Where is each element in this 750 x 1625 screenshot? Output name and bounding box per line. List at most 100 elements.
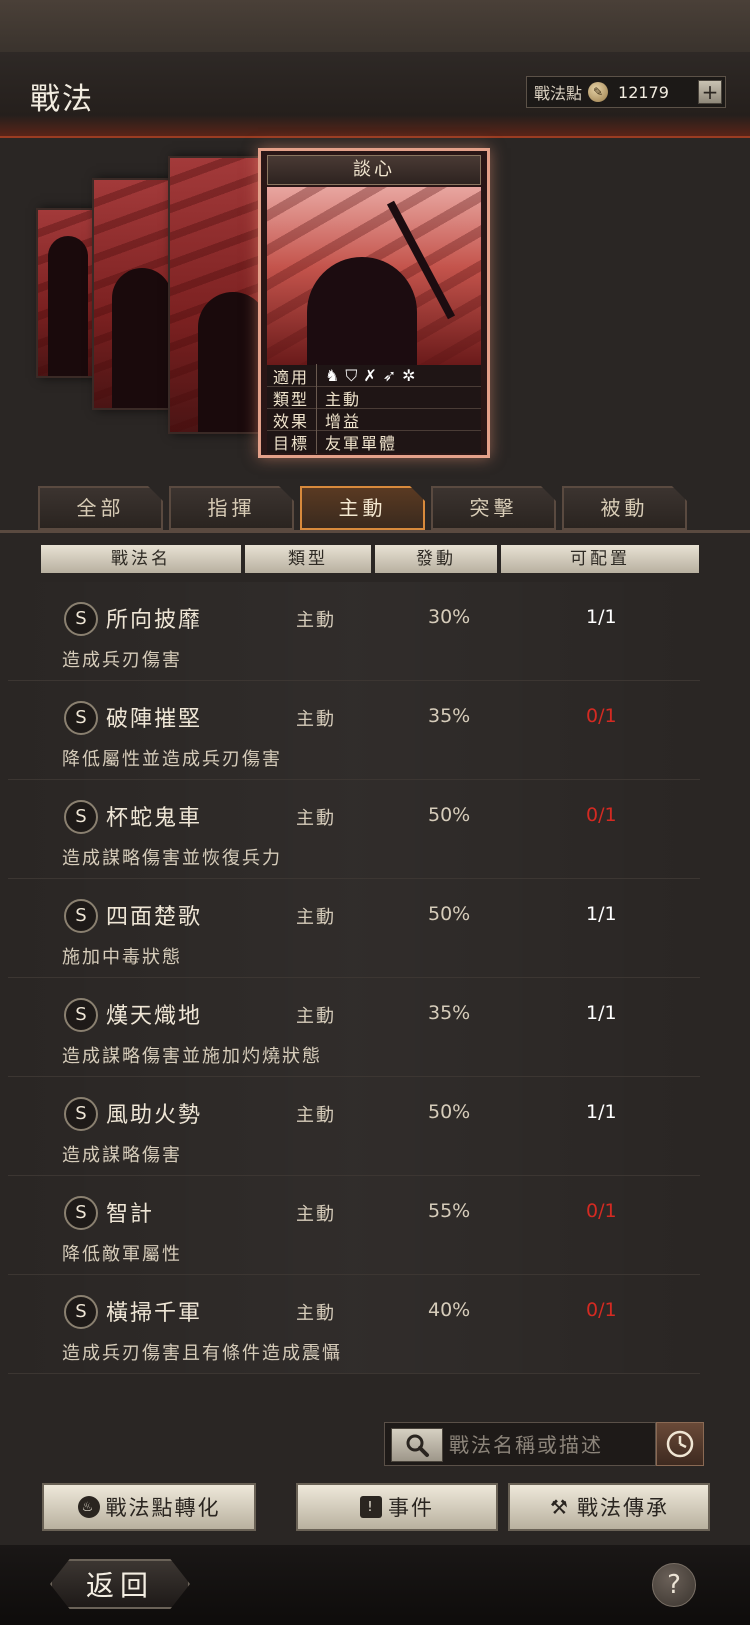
tab-active[interactable]: 主動 — [300, 486, 425, 530]
table-row[interactable]: S 橫掃千軍 主動 40% 0/1 造成兵刃傷害且有條件造成震懾 — [8, 1275, 700, 1374]
tactic-rate: 50% — [428, 1101, 471, 1123]
tactic-name: 所向披靡 — [106, 608, 203, 633]
tactic-description: 施加中毒狀態 — [62, 947, 182, 968]
table-row[interactable]: S 杯蛇鬼車 主動 50% 0/1 造成謀略傷害並恢復兵力 — [8, 780, 700, 879]
convert-points-button[interactable]: ♨ 戰法點轉化 — [42, 1483, 256, 1531]
points-label: 戰法點 — [534, 84, 583, 103]
header: 戰法 戰法點 ✎ 12179 + — [0, 52, 750, 138]
card-art-warrior — [307, 257, 417, 365]
tactic-rate: 40% — [428, 1299, 471, 1321]
tactic-card-back-2[interactable] — [92, 178, 172, 410]
inherit-tactic-label: 戰法傳承 — [577, 1496, 669, 1520]
selected-tactic-card[interactable]: 談心 適用 ♞ ⛉ ✗ ➶ ✲ 類型 主動 效果 增益 目標 友軍單體 — [258, 148, 490, 458]
info-value: 友軍單體 — [325, 434, 398, 453]
table-row[interactable]: S 智計 主動 55% 0/1 降低敵軍屬性 — [8, 1176, 700, 1275]
tactic-card-carousel[interactable]: 談心 適用 ♞ ⛉ ✗ ➶ ✲ 類型 主動 效果 增益 目標 友軍單體 — [0, 138, 750, 468]
card-info-table: 適用 ♞ ⛉ ✗ ➶ ✲ 類型 主動 效果 增益 目標 友軍單體 — [267, 363, 481, 454]
tactic-type: 主動 — [296, 1006, 336, 1027]
history-button[interactable] — [656, 1422, 704, 1466]
bow-icon: ✗ — [363, 365, 377, 385]
table-row[interactable]: S 破陣摧堅 主動 35% 0/1 降低屬性並造成兵刃傷害 — [8, 681, 700, 780]
clock-icon — [666, 1430, 694, 1458]
grade-s-icon: S — [64, 1295, 98, 1329]
tactic-points-display: 戰法點 ✎ 12179 + — [526, 76, 726, 108]
spear-icon: ➶ — [382, 365, 397, 385]
grade-s-icon: S — [64, 998, 98, 1032]
card-row-type: 類型 主動 — [267, 385, 481, 410]
table-row[interactable]: S 所向披靡 主動 30% 1/1 造成兵刃傷害 — [8, 582, 700, 681]
tactic-description: 造成謀略傷害並恢復兵力 — [62, 848, 282, 869]
info-value: 增益 — [325, 411, 362, 431]
tactic-slots: 0/1 — [586, 804, 617, 826]
tactic-type: 主動 — [296, 808, 336, 829]
column-header-slots[interactable]: 可配置 — [501, 545, 699, 573]
tactic-name: 橫掃千軍 — [106, 1301, 203, 1326]
tactic-card-back-3[interactable] — [36, 208, 96, 378]
tactic-list[interactable]: S 所向披靡 主動 30% 1/1 造成兵刃傷害 S 破陣摧堅 主動 35% 0… — [8, 582, 700, 1402]
grade-s-icon: S — [64, 1097, 98, 1131]
grade-s-icon: S — [64, 701, 98, 735]
tactic-slots: 1/1 — [586, 1002, 617, 1024]
points-value: 12179 — [618, 82, 669, 102]
tactic-slots: 1/1 — [586, 903, 617, 925]
tab-passive[interactable]: 被動 — [562, 486, 687, 530]
tactic-rate: 50% — [428, 903, 471, 925]
tab-divider — [0, 530, 750, 533]
tactic-card-back-1[interactable] — [168, 156, 260, 434]
help-button[interactable]: ? — [652, 1563, 696, 1607]
shield-icon: ⛉ — [345, 365, 358, 385]
info-key: 類型 — [267, 385, 317, 410]
tactic-slots: 0/1 — [586, 1200, 617, 1222]
inherit-tactic-button[interactable]: ⚒ 戰法傳承 — [508, 1483, 710, 1531]
info-key: 適用 — [267, 363, 317, 388]
search-input[interactable] — [449, 1429, 649, 1461]
fire-icon: ♨ — [77, 1496, 100, 1518]
top-decor-band — [0, 0, 750, 52]
search-box — [384, 1422, 656, 1466]
tactic-description: 造成謀略傷害並施加灼燒狀態 — [62, 1046, 322, 1067]
tactic-slots: 0/1 — [586, 705, 617, 727]
search-icon — [406, 1434, 429, 1457]
card-row-applicable: 適用 ♞ ⛉ ✗ ➶ ✲ — [267, 363, 481, 388]
table-row[interactable]: S 四面楚歌 主動 50% 1/1 施加中毒狀態 — [8, 879, 700, 978]
hammer-icon: ⚒ — [550, 1495, 570, 1519]
alert-icon: ! — [360, 1496, 382, 1518]
events-button[interactable]: ! 事件 — [296, 1483, 498, 1531]
tactic-slots: 1/1 — [586, 1101, 617, 1123]
card-art-silhouette — [198, 292, 258, 432]
back-button[interactable]: 返回 — [50, 1559, 190, 1609]
tactic-type: 主動 — [296, 610, 336, 631]
tactic-name: 杯蛇鬼車 — [106, 806, 203, 831]
tactic-type: 主動 — [296, 907, 336, 928]
card-art — [267, 187, 481, 365]
card-row-effect: 效果 增益 — [267, 407, 481, 432]
tactic-point-coin-icon: ✎ — [588, 82, 609, 102]
back-label: 返回 — [85, 1569, 154, 1602]
tactic-slots: 1/1 — [586, 606, 617, 628]
tactic-filter-tabs: 全部 指揮 主動 突擊 被動 — [38, 486, 687, 530]
card-row-target: 目標 友軍單體 — [267, 430, 481, 454]
tactic-description: 降低敵軍屬性 — [62, 1244, 182, 1265]
tactic-slots: 0/1 — [586, 1299, 617, 1321]
card-art-silhouette — [112, 268, 170, 408]
info-key: 目標 — [267, 430, 317, 454]
grade-s-icon: S — [64, 800, 98, 834]
tab-command[interactable]: 指揮 — [169, 486, 294, 530]
table-row[interactable]: S 熯天熾地 主動 35% 1/1 造成謀略傷害並施加灼燒狀態 — [8, 978, 700, 1077]
column-header-trigger[interactable]: 發動 — [375, 545, 497, 573]
add-points-button[interactable]: + — [698, 80, 722, 104]
card-art-silhouette — [48, 236, 88, 376]
search-button[interactable] — [391, 1428, 443, 1462]
tab-all[interactable]: 全部 — [38, 486, 163, 530]
tactic-description: 造成兵刃傷害且有條件造成震懾 — [62, 1343, 342, 1364]
column-header-name[interactable]: 戰法名 — [41, 545, 241, 573]
tab-assault[interactable]: 突擊 — [431, 486, 556, 530]
tactic-rate: 30% — [428, 606, 471, 628]
tactic-name: 智計 — [106, 1202, 155, 1227]
info-value: 主動 — [325, 389, 362, 409]
tactic-description: 造成兵刃傷害 — [62, 650, 182, 671]
card-title: 談心 — [267, 155, 481, 185]
tactic-description: 造成謀略傷害 — [62, 1145, 182, 1166]
column-header-type[interactable]: 類型 — [245, 545, 371, 573]
table-row[interactable]: S 風助火勢 主動 50% 1/1 造成謀略傷害 — [8, 1077, 700, 1176]
